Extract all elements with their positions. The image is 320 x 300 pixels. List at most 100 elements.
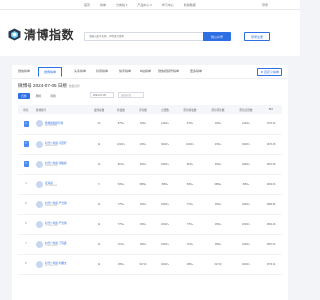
- site-logo[interactable]: 清博指数: [8, 26, 74, 43]
- orig-reposts-cell: 77W+: [176, 194, 204, 215]
- tab-more[interactable]: 更多榜单: [190, 69, 202, 73]
- bci-cell: 1702.32: [260, 114, 282, 135]
- account-name[interactable]: 张海娇: [45, 181, 57, 185]
- tab-wechat[interactable]: 微信榜单: [18, 69, 30, 73]
- column-header[interactable]: 原创评论数: [204, 105, 232, 114]
- nav-link-rankings[interactable]: 榜单: [100, 3, 106, 7]
- comments-cell: 16W+: [132, 194, 154, 215]
- posts-cell: 11: [88, 134, 110, 155]
- orig-comments-cell: 62719: [204, 254, 232, 275]
- rank-badge: 6: [25, 222, 27, 225]
- account-id: 6177262713: [45, 265, 58, 268]
- avatar[interactable]: [36, 120, 43, 128]
- ranking-tabs: 微信榜单 微博榜单 头条榜单 抖音榜单 快手榜单 B站榜单 微信视频号榜单 更多…: [12, 65, 288, 79]
- orig-reposts-cell: 48W+: [176, 254, 204, 275]
- column-header[interactable]: 发博总数: [88, 105, 110, 114]
- posts-cell: 11: [88, 214, 110, 235]
- rank-cell: 4: [18, 174, 34, 195]
- orig-comments-cell: 12W+: [204, 114, 232, 135]
- tab-kuaishou[interactable]: 快手榜单: [119, 69, 131, 73]
- account-name[interactable]: 微博视频排行榜: [45, 121, 63, 125]
- avatar[interactable]: [36, 140, 43, 148]
- column-header[interactable]: 原创转发数: [176, 105, 204, 114]
- column-header[interactable]: 转发数: [110, 105, 132, 114]
- column-header[interactable]: 原创点赞数: [232, 105, 260, 114]
- date-picker[interactable]: 2024-07-05: [90, 92, 114, 98]
- posts-cell: 5: [88, 174, 110, 195]
- nav-link-newrank[interactable]: 新榜数据: [184, 3, 196, 7]
- nav-link-home[interactable]: 首页: [84, 3, 90, 7]
- column-header[interactable]: 评论数: [132, 105, 154, 114]
- account-id: 7101144994: [45, 185, 58, 188]
- bci-cell: 1587.02: [260, 234, 282, 255]
- account-cell: 时代少年团-刘耀文 6177262713: [34, 254, 88, 275]
- orig-reposts-cell: 100W+: [176, 134, 204, 155]
- tab-bilibili[interactable]: B站榜单: [140, 69, 151, 73]
- tab-douyin[interactable]: 抖音榜单: [96, 69, 108, 73]
- nav-link-learning[interactable]: 学习中心: [162, 3, 174, 7]
- data-explanation-link[interactable]: 数据说明: [69, 85, 79, 88]
- reposts-cell: 50W+: [110, 174, 132, 195]
- likes-cell: 210W+: [154, 114, 176, 135]
- bci-cell: 1651.08: [260, 154, 282, 175]
- likes-cell: 400W+: [154, 254, 176, 275]
- avatar[interactable]: [36, 240, 43, 248]
- avatar[interactable]: [36, 220, 43, 228]
- filter-weekly[interactable]: 周榜: [33, 93, 45, 99]
- avatar[interactable]: [36, 260, 43, 268]
- account-cell: 时代少年团-严浩翔 6009309590: [34, 194, 88, 215]
- table-row: 4 张海娇 7101144994 5 50W+ 9869+ 89W+ 50W+ 9869+ 89W…: [18, 174, 282, 195]
- orig-likes-cell: 200W+: [232, 194, 260, 215]
- account-name[interactable]: 时代少年团-严浩翔: [45, 201, 67, 205]
- login-register-button[interactable]: 登录注册: [244, 32, 270, 41]
- likes-cell: 200W+: [154, 214, 176, 235]
- avatar[interactable]: [36, 160, 43, 168]
- group-select[interactable]: 选择分组: [118, 92, 144, 98]
- account-name[interactable]: 时代少年团-宋亚轩: [45, 141, 67, 145]
- orig-likes-cell: 300W+: [232, 134, 260, 155]
- column-header[interactable]: BCI: [260, 105, 282, 114]
- tab-weibo[interactable]: 微博榜单: [38, 67, 63, 77]
- filter-daily[interactable]: 日榜: [18, 93, 30, 99]
- posts-cell: 14: [88, 154, 110, 175]
- orig-reposts-cell: 71W+: [176, 234, 204, 255]
- account-name[interactable]: 时代少年团-丁程鑫: [45, 241, 67, 245]
- search-button[interactable]: 找公众号: [203, 32, 231, 41]
- reposts-cell: 57W+: [110, 114, 132, 135]
- search-box[interactable]: [84, 32, 204, 41]
- orig-comments-cell: 16W+: [204, 214, 232, 235]
- comments-cell: 9869+: [132, 174, 154, 195]
- logo-icon: [8, 28, 21, 41]
- nav-link-products[interactable]: 产品中心 ▾: [137, 3, 151, 7]
- custom-ranking-button[interactable]: ⚙ 自定义榜单: [257, 68, 282, 76]
- custom-ranking-label: 自定义榜单: [263, 70, 279, 74]
- reposts-cell: 91W+: [110, 154, 132, 175]
- filter-monthly[interactable]: 月榜: [47, 93, 59, 99]
- account-name[interactable]: 时代少年团-刘耀文: [45, 261, 67, 265]
- column-header[interactable]: 点赞数: [154, 105, 176, 114]
- account-name[interactable]: 时代少年团-严浩翔: [45, 221, 67, 225]
- comments-cell: 62719: [132, 254, 154, 275]
- account-id: 6009380906: [45, 165, 58, 168]
- orig-likes-cell: 89W+: [232, 174, 260, 195]
- account-cell: 时代少年团-严浩翔 7747350258: [34, 214, 88, 235]
- top-login-link[interactable]: 登录: [262, 3, 268, 7]
- avatar[interactable]: [36, 200, 43, 208]
- likes-cell: 190W+: [154, 234, 176, 255]
- orig-reposts-cell: 50W+: [176, 174, 204, 195]
- account-name[interactable]: 时代少年团-贺峻霖: [45, 161, 67, 165]
- rank-cell: 6: [18, 214, 34, 235]
- account-cell: 时代少年团-宋亚轩 6009398956: [34, 134, 88, 155]
- avatar[interactable]: [36, 180, 43, 188]
- table-row: 7 时代少年团-丁程鑫 7730290809 11 71W+ 18W+ 190W+ 71W+ 1…: [18, 234, 282, 255]
- tab-toutiao[interactable]: 头条榜单: [74, 69, 86, 73]
- orig-reposts-cell: 77W+: [176, 214, 204, 235]
- column-header: 排名: [23, 108, 29, 112]
- nav-link-categories[interactable]: 分类榜 ▾: [116, 3, 127, 7]
- account-cell: 张海娇 7101144994: [34, 174, 88, 195]
- search-input[interactable]: [85, 33, 203, 40]
- tab-wechat-channels[interactable]: 微信视频号榜单: [158, 69, 179, 73]
- table-row: 2 时代少年团-宋亚轩 6009398956 11 100W+ 23W+ 300W+ 100W…: [18, 134, 282, 155]
- comments-cell: 23W+: [132, 134, 154, 155]
- likes-cell: 290W+: [154, 154, 176, 175]
